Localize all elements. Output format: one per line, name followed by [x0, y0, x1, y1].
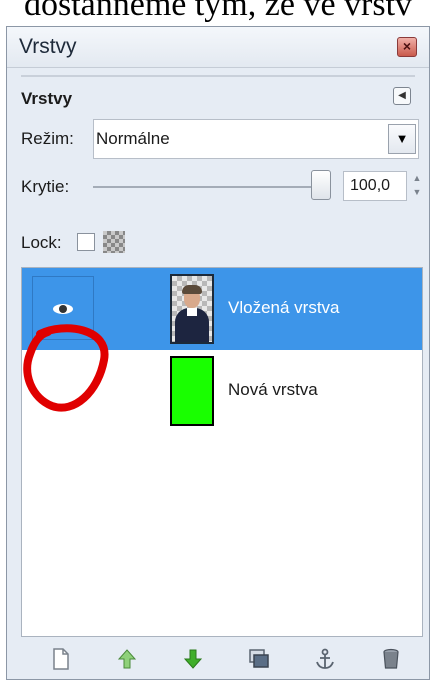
delete-layer-icon[interactable]	[379, 647, 403, 671]
document-text: dostanneme tým, že ve vrstv	[23, 0, 413, 23]
eye-icon	[53, 304, 73, 314]
close-icon[interactable]: ×	[397, 37, 417, 57]
layer-name[interactable]: Vložená vrstva	[228, 298, 340, 318]
divider	[21, 75, 415, 77]
opacity-slider-track[interactable]	[93, 186, 323, 188]
dialog-titlebar: Vrstvy ×	[7, 27, 429, 68]
raise-layer-icon[interactable]	[115, 647, 139, 671]
layers-toolbar	[21, 639, 423, 679]
chevron-down-icon[interactable]: ▼	[388, 124, 416, 154]
layer-thumbnail[interactable]	[170, 274, 214, 344]
spin-arrows-icon[interactable]: ▲ ▼	[411, 171, 423, 201]
portrait-hair	[182, 285, 202, 294]
mode-value: Normálne	[96, 129, 170, 148]
duplicate-layer-icon[interactable]	[247, 647, 271, 671]
lock-label: Lock:	[21, 233, 62, 252]
opacity-slider-thumb[interactable]	[311, 170, 331, 200]
mode-label: Režim:	[21, 129, 74, 148]
anchor-layer-icon[interactable]	[313, 647, 337, 671]
portrait-collar	[187, 308, 197, 316]
opacity-input[interactable]: 100,0	[343, 171, 407, 201]
opacity-label: Krytie:	[21, 177, 70, 196]
dialog-title: Vrstvy	[19, 35, 77, 58]
new-layer-icon[interactable]	[49, 647, 73, 671]
lock-alpha-checkbox[interactable]	[77, 233, 95, 251]
section-title: Vrstvy	[21, 89, 73, 108]
mode-select[interactable]: Normálne ▼	[93, 119, 419, 159]
layer-thumbnail[interactable]	[170, 356, 214, 426]
tab-menu-button[interactable]: ◀	[393, 87, 411, 105]
lower-layer-icon[interactable]	[181, 647, 205, 671]
layer-name[interactable]: Nová vrstva	[228, 380, 318, 400]
annotation-circle	[23, 324, 109, 412]
alpha-checker-icon	[103, 231, 125, 253]
